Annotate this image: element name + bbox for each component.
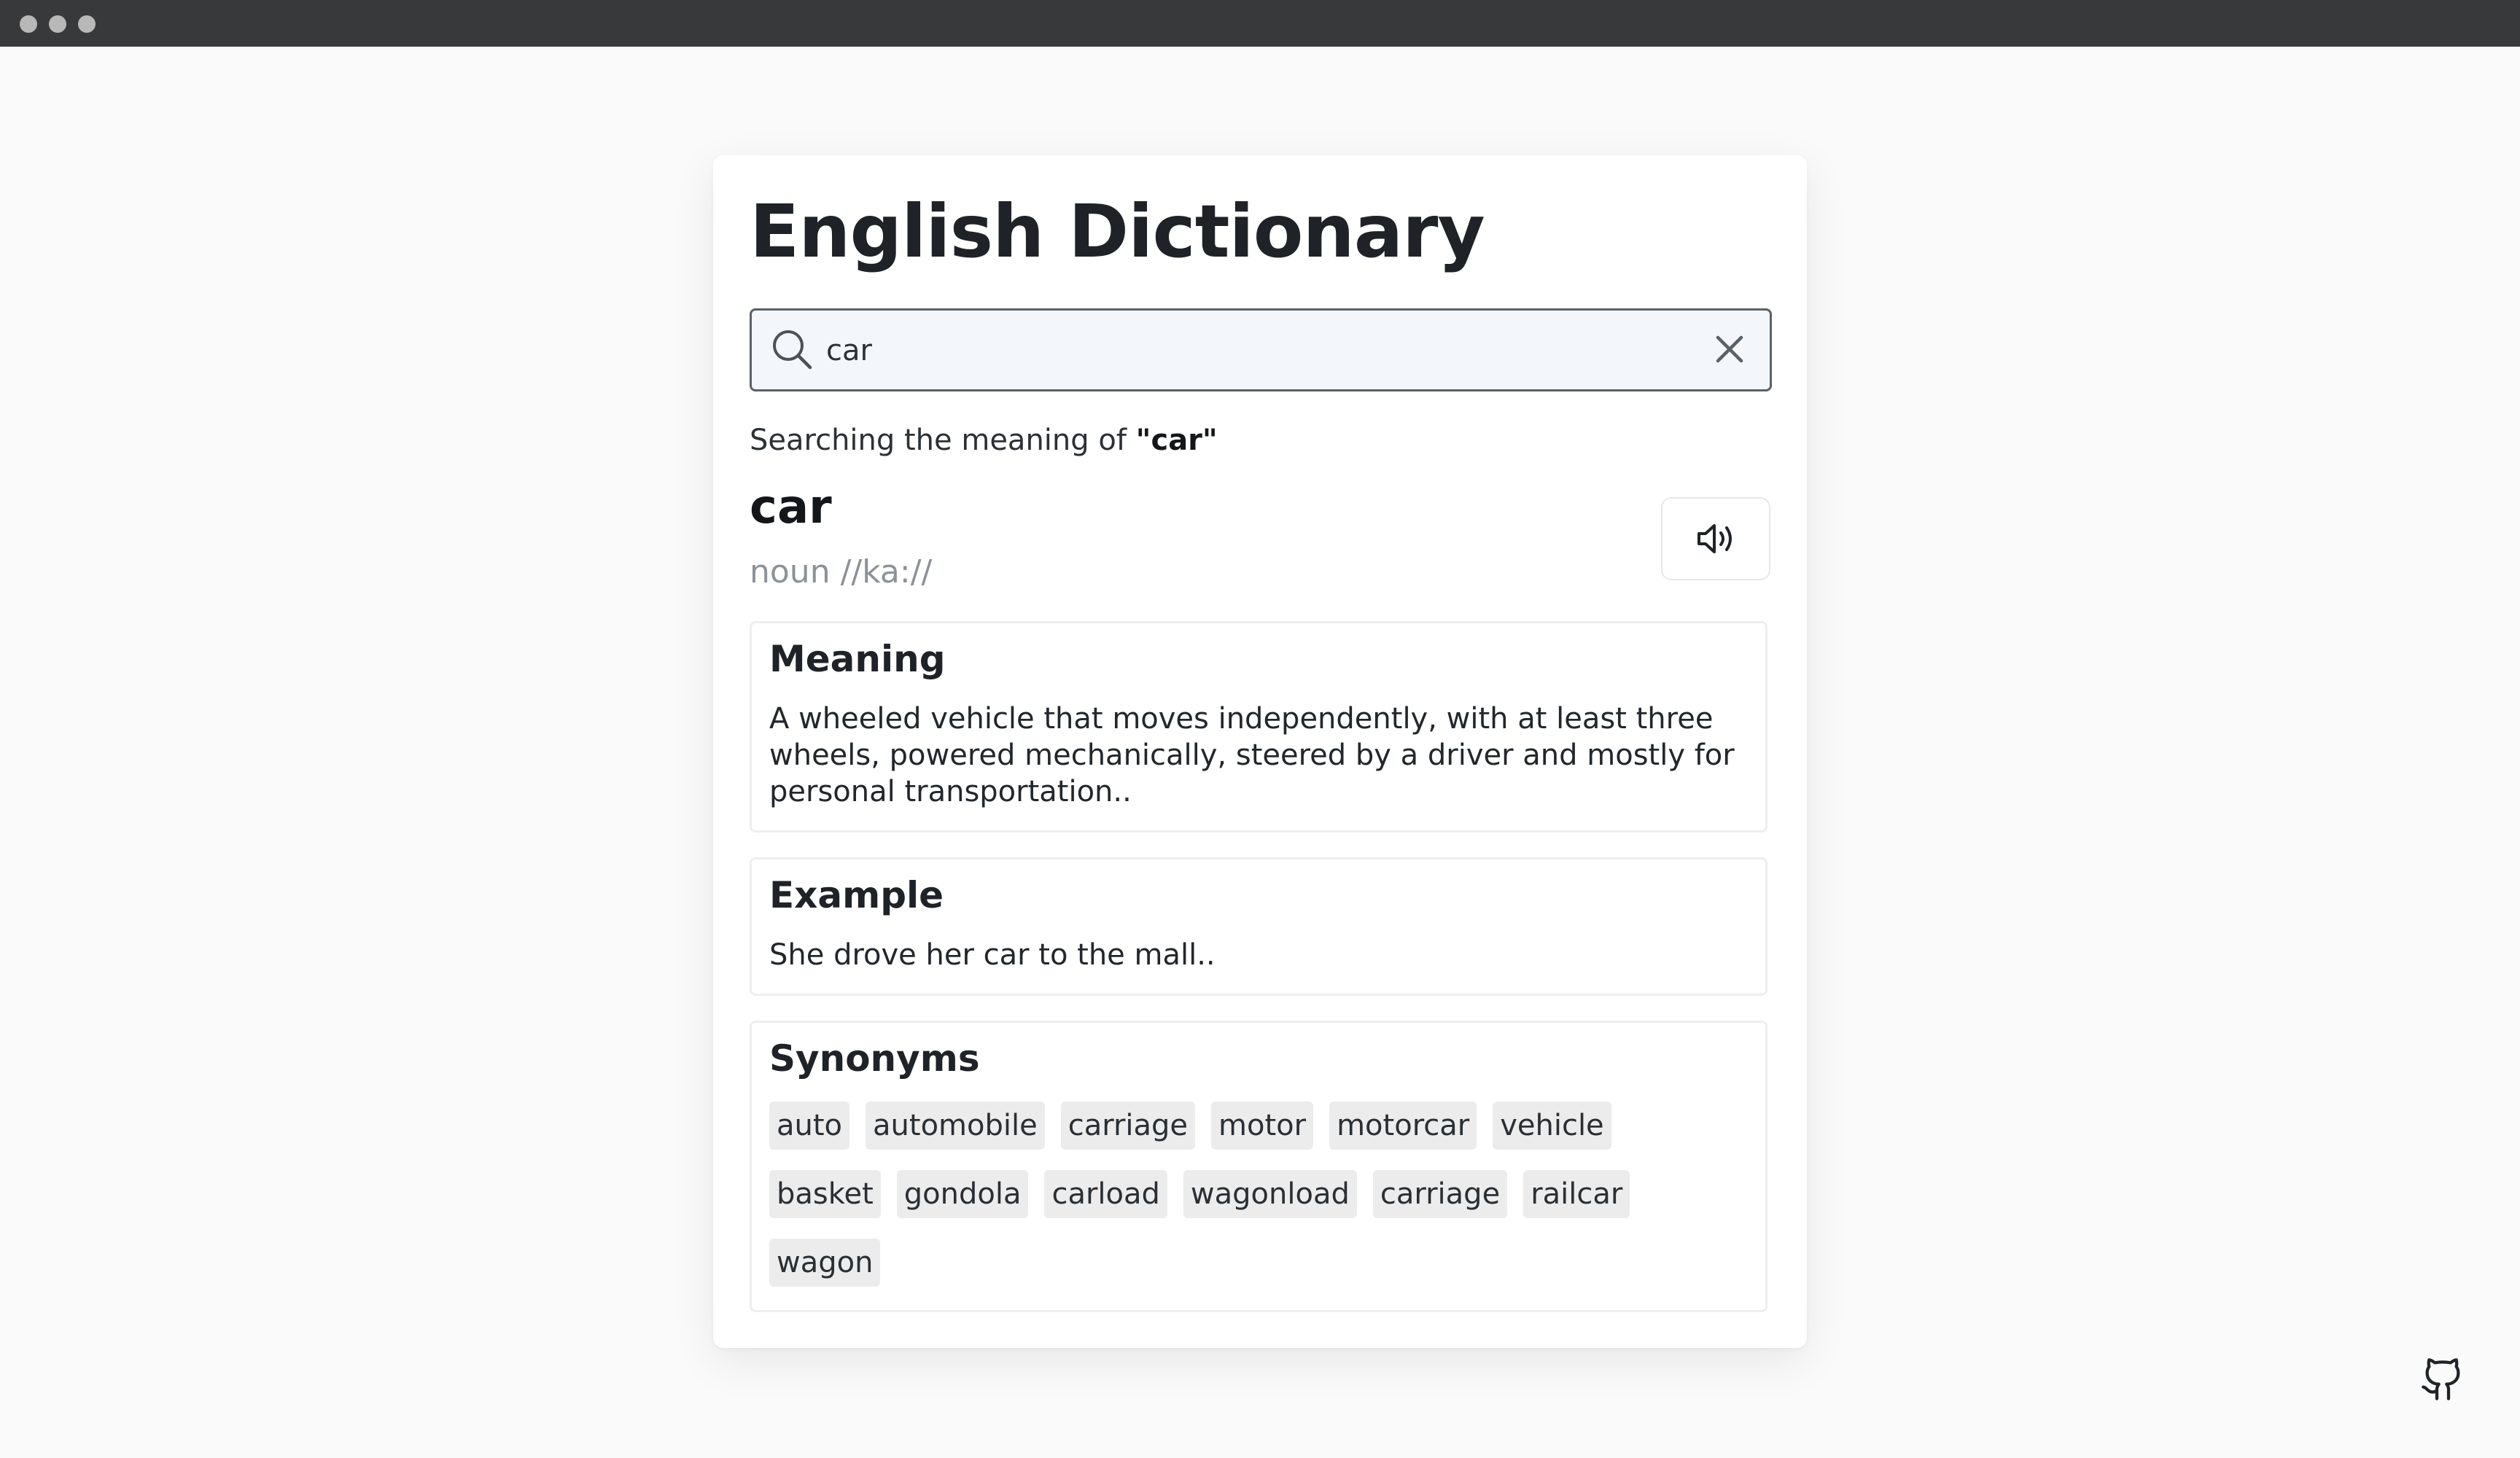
- synonym-chip[interactable]: auto: [769, 1102, 850, 1150]
- github-link[interactable]: [2419, 1356, 2466, 1403]
- synonym-chip[interactable]: wagon: [769, 1239, 881, 1287]
- example-text: She drove her car to the mall..: [769, 938, 1216, 972]
- close-icon[interactable]: [1711, 331, 1748, 367]
- synonym-chip[interactable]: carload: [1044, 1170, 1167, 1218]
- synonym-list: auto automobile carriage motor motorcar vehic…: [769, 1102, 1761, 1307]
- window-dot-maximize[interactable]: [78, 15, 96, 33]
- page-title: English Dictionary: [750, 189, 1485, 274]
- status-query: "car": [1135, 424, 1218, 457]
- search-box: [750, 308, 1772, 391]
- synonyms-heading: Synonyms: [769, 1037, 980, 1080]
- search-input[interactable]: [825, 325, 1666, 376]
- entry-phonetic: noun //ka://: [750, 553, 933, 590]
- synonym-chip[interactable]: carriage: [1372, 1170, 1508, 1218]
- synonyms-section: Synonyms auto automobile carriage motor moto…: [750, 1021, 1768, 1312]
- synonym-chip[interactable]: motorcar: [1329, 1102, 1477, 1150]
- meaning-section: Meaning A wheeled vehicle that moves ind…: [750, 621, 1768, 833]
- github-icon: [2422, 1358, 2460, 1400]
- synonym-chip[interactable]: carriage: [1060, 1102, 1196, 1150]
- example-heading: Example: [769, 874, 944, 916]
- pronounce-button[interactable]: [1661, 497, 1770, 580]
- window-dot-close[interactable]: [20, 15, 37, 33]
- synonym-chip[interactable]: automobile: [866, 1102, 1045, 1150]
- synonym-chip[interactable]: vehicle: [1493, 1102, 1611, 1150]
- entry-word: car: [750, 480, 832, 534]
- dictionary-card: English Dictionary Searching the meaning…: [713, 155, 1807, 1348]
- synonym-chip[interactable]: basket: [769, 1170, 881, 1218]
- example-section: Example She drove her car to the mall..: [750, 857, 1768, 996]
- status-prefix: Searching the meaning of: [750, 424, 1136, 457]
- synonym-chip[interactable]: gondola: [896, 1170, 1029, 1218]
- search-status: Searching the meaning of "car": [750, 424, 1218, 457]
- search-icon: [771, 328, 813, 370]
- window-dot-minimize[interactable]: [49, 15, 66, 33]
- synonym-chip[interactable]: railcar: [1523, 1170, 1630, 1218]
- meaning-text: A wheeled vehicle that moves independent…: [769, 702, 1735, 808]
- speaker-icon: [1698, 524, 1732, 553]
- synonym-chip[interactable]: wagonload: [1183, 1170, 1357, 1218]
- meaning-heading: Meaning: [769, 638, 946, 680]
- window-titlebar: [0, 0, 2520, 47]
- synonym-chip[interactable]: motor: [1211, 1102, 1314, 1150]
